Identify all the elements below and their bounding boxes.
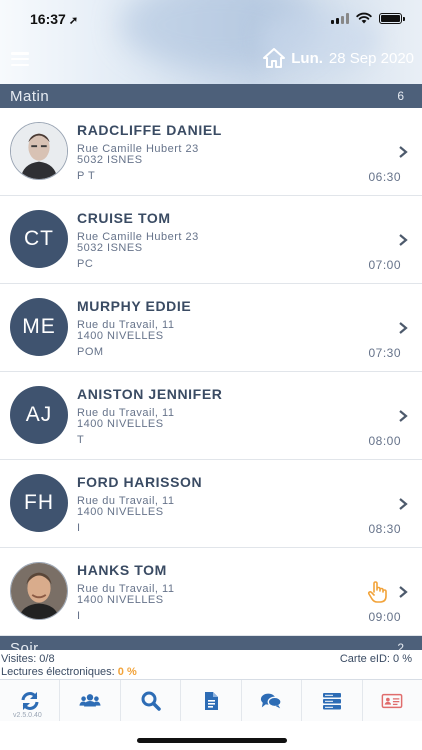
patient-name: RADCLIFFE DANIEL [77,122,222,138]
document-icon[interactable] [200,690,222,712]
tab-sync[interactable]: v2.5.0.40 [0,680,61,721]
visit-time: 08:30 [368,522,401,536]
visit-time: 06:30 [368,170,401,184]
electronic-readings-stat: Lectures électroniques: 0 % [1,666,137,678]
app-header: 16:37 ➚ Lun. 28 Sep 2020 [0,0,422,84]
care-code: I [77,522,81,534]
patient-city: 1400 NIVELLES [77,330,164,342]
patient-initials-avatar: FH [10,474,68,532]
sync-icon[interactable] [19,690,41,712]
hand-pointer-icon[interactable] [366,580,388,604]
patient-row[interactable]: CT CRUISE TOM Rue Camille Hubert 23 5032… [0,196,422,284]
patient-row[interactable]: HANKS TOM Rue du Travail, 11 1400 NIVELL… [0,548,422,636]
section-count: 6 [397,89,404,103]
patient-name: HANKS TOM [77,562,167,578]
patient-initials-avatar: CT [10,210,68,268]
eid-card-stat: Carte eID: 0 % [339,653,412,665]
app-version: v2.5.0.40 [13,712,42,719]
patient-photo-avatar [10,122,68,180]
status-indicators [331,12,405,24]
visit-time: 07:30 [368,346,401,360]
patient-name: ANISTON JENNIFER [77,386,223,402]
server-icon[interactable] [321,690,343,712]
patient-name: CRUISE TOM [77,210,171,226]
home-indicator[interactable] [137,738,287,743]
care-code: P T [77,170,96,182]
chevron-right-icon[interactable] [398,585,408,599]
patient-city: 5032 ISNES [77,154,143,166]
patient-list: RADCLIFFE DANIEL Rue Camille Hubert 23 5… [0,108,422,636]
care-code: T [77,434,85,446]
tab-server[interactable] [302,680,363,721]
chevron-right-icon[interactable] [398,145,408,159]
tab-id-card[interactable] [363,680,422,721]
location-icon: ➚ [68,15,79,27]
bottom-toolbar: v2.5.0.40 [0,679,422,721]
wifi-icon [356,12,372,24]
patient-city: 1400 NIVELLES [77,594,164,606]
patient-initials-avatar: ME [10,298,68,356]
section-morning[interactable]: Matin 6 [0,84,422,108]
cellular-signal-icon [331,12,349,24]
chat-icon[interactable] [260,690,283,712]
stats-panel: Visites: 0/8 Carte eID: 0 % Lectures éle… [0,650,422,679]
tab-documents[interactable] [181,680,242,721]
battery-icon [379,12,405,24]
chevron-right-icon[interactable] [398,409,408,423]
date-day: Lun. [291,49,323,67]
patient-row[interactable]: RADCLIFFE DANIEL Rue Camille Hubert 23 5… [0,108,422,196]
patients-icon[interactable] [79,690,101,712]
patient-city: 1400 NIVELLES [77,418,164,430]
date-value: 28 Sep 2020 [328,49,414,67]
status-time: 16:37 ➚ [30,11,79,27]
patient-initials-avatar: AJ [10,386,68,444]
patient-name: FORD HARISSON [77,474,203,490]
tab-patients[interactable] [60,680,121,721]
care-code: I [77,610,81,622]
patient-name: MURPHY EDDIE [77,298,192,314]
hamburger-menu-icon[interactable] [11,52,29,66]
patient-city: 5032 ISNES [77,242,143,254]
id-card-icon[interactable] [381,690,403,712]
patient-city: 1400 NIVELLES [77,506,164,518]
chevron-right-icon[interactable] [398,233,408,247]
patient-row[interactable]: AJ ANISTON JENNIFER Rue du Travail, 11 1… [0,372,422,460]
patient-photo-avatar [10,562,68,620]
electronic-readings-value: 0 % [117,666,137,678]
date-header[interactable]: Lun. 28 Sep 2020 [263,48,414,68]
tab-messages[interactable] [242,680,303,721]
patient-row[interactable]: FH FORD HARISSON Rue du Travail, 11 1400… [0,460,422,548]
visit-time: 07:00 [368,258,401,272]
tab-search[interactable] [121,680,182,721]
search-icon[interactable] [140,690,162,712]
visit-time: 08:00 [368,434,401,448]
patient-row[interactable]: ME MURPHY EDDIE Rue du Travail, 11 1400 … [0,284,422,372]
visits-count: Visites: 0/8 [1,653,55,665]
section-title: Matin [10,87,50,105]
care-code: POM [77,346,104,358]
care-code: PC [77,258,94,270]
chevron-right-icon[interactable] [398,321,408,335]
visit-time: 09:00 [368,610,401,624]
home-icon[interactable] [263,48,286,68]
electronic-readings-label: Lectures électroniques: [1,666,115,678]
chevron-right-icon[interactable] [398,497,408,511]
